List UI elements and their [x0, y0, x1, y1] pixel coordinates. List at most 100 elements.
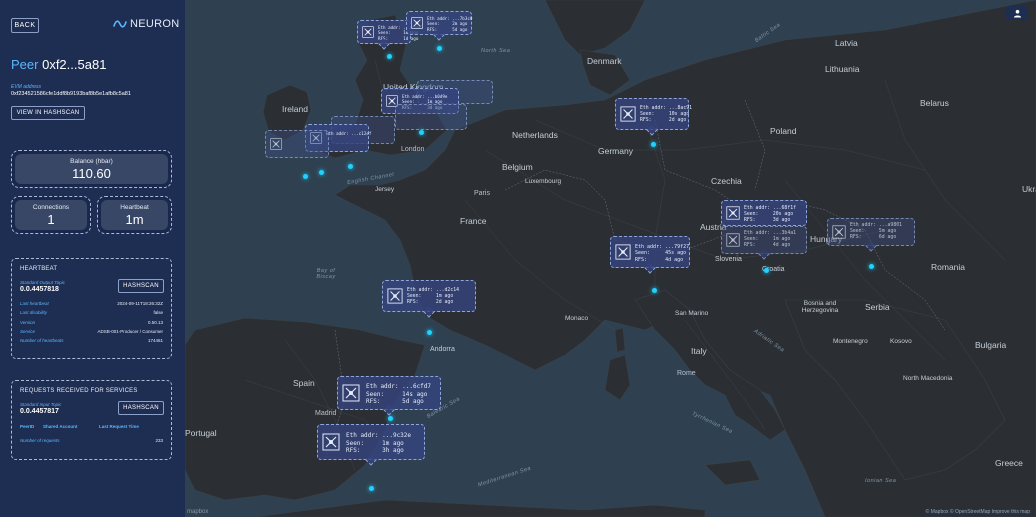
- marker-rfs: RFS: 2d ago: [640, 117, 687, 123]
- country-label: Belarus: [920, 98, 949, 108]
- user-icon: [1013, 9, 1021, 18]
- requests-section: REQUESTS RECEIVED FOR SERVICES Standard …: [11, 380, 172, 460]
- peer-location-dot[interactable]: [418, 129, 424, 135]
- city-label: London: [401, 146, 425, 153]
- heartbeat-section: HEARTBEAT Standard Output Topic 0.0.4457…: [11, 258, 172, 359]
- map-attribution[interactable]: © Mapbox © OpenStreetMap Improve this ma…: [923, 509, 1032, 515]
- col-last-request-time: Last Request Time: [99, 424, 139, 429]
- requests-count-label: Number of requests: [20, 438, 60, 443]
- heartbeat-row: Service ADSB-001-Producer / Consumer: [20, 329, 163, 337]
- peer-location-dot[interactable]: [347, 163, 353, 169]
- node-icon: [726, 206, 740, 220]
- marker-rfs: RFS: 2d ago: [407, 299, 454, 305]
- peer-marker[interactable]: [395, 104, 467, 130]
- connections-card: Connections 1: [11, 196, 91, 234]
- country-label: Latvia: [835, 38, 858, 48]
- peer-location-dot[interactable]: [386, 53, 392, 59]
- country-label: San Marino: [675, 310, 709, 317]
- marker-eth-addr: Eth addr: ...6cfd7: [366, 383, 432, 390]
- neuron-wave-icon: [113, 20, 127, 28]
- brand-logo: NEURON: [113, 18, 179, 30]
- heartbeat-label: Heartbeat: [120, 203, 149, 211]
- requests-section-title: REQUESTS RECEIVED FOR SERVICES: [20, 388, 138, 394]
- country-label: Netherlands: [512, 130, 558, 140]
- peer-marker[interactable]: Eth addr: ...68f1f Seen: 20s ago RFS: 3d a…: [721, 200, 807, 226]
- node-icon: [726, 233, 740, 247]
- node-icon: [387, 288, 403, 304]
- peer-marker[interactable]: Eth addr: ...9c32e Seen: 1m ago RFS: 3h ag…: [317, 424, 425, 466]
- sea-label: Bay of Biscay: [316, 268, 336, 280]
- country-label: Spain: [293, 378, 315, 388]
- peer-location-dot[interactable]: [318, 169, 324, 175]
- country-label: Czechia: [711, 176, 742, 186]
- peer-location-dot[interactable]: [651, 287, 657, 293]
- country-label: Luxembourg: [525, 178, 562, 185]
- heartbeat-card: Heartbeat 1m: [97, 196, 172, 234]
- connections-label: Connections: [32, 203, 70, 211]
- marker-seen: Seen: 1m ago: [346, 439, 404, 447]
- peer-marker[interactable]: Eth addr: ...8ac91 Seen: 10s ago RFS: 2d a…: [615, 98, 692, 136]
- requests-count-row: Number of requests 233: [20, 438, 163, 446]
- balance-card: Balance (hbar) 110.60: [11, 150, 172, 188]
- peer-marker[interactable]: Eth addr: ...79f27 Seen: 45s ago RFS: 4d a…: [610, 236, 690, 274]
- node-icon: [342, 384, 360, 402]
- peer-marker[interactable]: Eth addr: ...6cfd7 Seen: 14s ago RFS: 5d a…: [337, 376, 441, 416]
- heartbeat-row: Last heartbeat 2024-09-11T18:26:32Z: [20, 301, 163, 309]
- balance-value: 110.60: [72, 165, 111, 181]
- country-label: Serbia: [865, 302, 890, 312]
- user-account-button[interactable]: [1006, 6, 1028, 20]
- col-peer-id: PeerID: [20, 424, 35, 429]
- node-icon: [832, 225, 846, 239]
- heartbeat-hashscan-button[interactable]: HASHSCAN: [118, 279, 164, 293]
- heartbeat-value: 1m: [125, 211, 144, 227]
- col-shared-account: Shared Account: [43, 424, 78, 429]
- country-label: Jersey: [375, 186, 395, 193]
- input-topic-value: 0.0.4457817: [20, 408, 59, 415]
- node-icon: [615, 244, 631, 260]
- peer-location-dot[interactable]: [426, 329, 432, 335]
- marker-rfs: RFS: 5d ago: [427, 26, 468, 32]
- country-label: Bulgaria: [975, 340, 1007, 350]
- country-label: Andorra: [430, 346, 455, 353]
- peer-location-dot[interactable]: [302, 173, 308, 179]
- peer-location-dot[interactable]: [650, 141, 656, 147]
- marker-rfs: RFS: 5d ago: [366, 398, 424, 405]
- row-key: Last heartbeat: [20, 301, 49, 306]
- country-label: Kosovo: [890, 338, 912, 345]
- peer-map[interactable]: Latvia Lithuania Denmark Belarus Ireland…: [185, 0, 1036, 517]
- view-in-hashscan-button[interactable]: VIEW IN HASHSCAN: [11, 106, 85, 120]
- row-key: Last disability: [20, 310, 48, 315]
- peer-marker[interactable]: Eth addr: ...e5a81 Seen: 1m ago RFS: 1d ag…: [357, 20, 423, 50]
- peer-marker[interactable]: Eth addr: ...3b4a1 Seen: 1m ago RFS: 4d ag…: [721, 226, 807, 260]
- peer-location-dot[interactable]: [387, 415, 393, 421]
- country-label: Belgium: [502, 162, 533, 172]
- marker-rfs: RFS: 3d ago: [744, 217, 791, 223]
- country-label: Germany: [598, 146, 633, 156]
- peer-location-dot[interactable]: [368, 485, 374, 491]
- city-label: Rome: [677, 370, 696, 377]
- peer-title-address: 0xf2...5a81: [42, 57, 107, 72]
- heartbeat-row: Version 0.50.13: [20, 320, 163, 328]
- heartbeat-section-title: HEARTBEAT: [20, 266, 58, 272]
- peer-location-dot[interactable]: [763, 267, 769, 273]
- back-button[interactable]: BACK: [11, 18, 39, 33]
- peer-marker[interactable]: Eth addr: ...a9801 Seen: 5m ago RFS: 6d ag…: [827, 218, 915, 252]
- peer-marker[interactable]: Eth addr: ...7b3c0 Seen: 2m ago RFS: 5d ag…: [406, 11, 472, 41]
- row-value: 0.50.13: [147, 320, 163, 325]
- requests-count-value: 233: [155, 438, 163, 443]
- country-label: Bosnia and Herzegovina: [801, 300, 839, 314]
- country-label: Ukraine: [1022, 184, 1036, 194]
- marker-eth-addr: Eth addr: ...9c32e: [346, 432, 412, 439]
- country-label: Lithuania: [825, 64, 860, 74]
- peer-marker[interactable]: [265, 130, 329, 158]
- sea-label: North Sea: [481, 48, 511, 54]
- node-icon: [270, 138, 282, 150]
- marker-rfs: RFS: 4d ago: [744, 242, 791, 248]
- mapbox-logo: mapbox: [187, 509, 209, 515]
- row-key: Version: [20, 320, 36, 325]
- peer-title-prefix: Peer: [11, 57, 39, 72]
- peer-location-dot[interactable]: [436, 45, 442, 51]
- requests-hashscan-button[interactable]: HASHSCAN: [118, 401, 164, 415]
- peer-marker[interactable]: Eth addr: ...d2c14 Seen: 1m ago RFS: 2d ag…: [382, 280, 476, 318]
- peer-location-dot[interactable]: [868, 263, 874, 269]
